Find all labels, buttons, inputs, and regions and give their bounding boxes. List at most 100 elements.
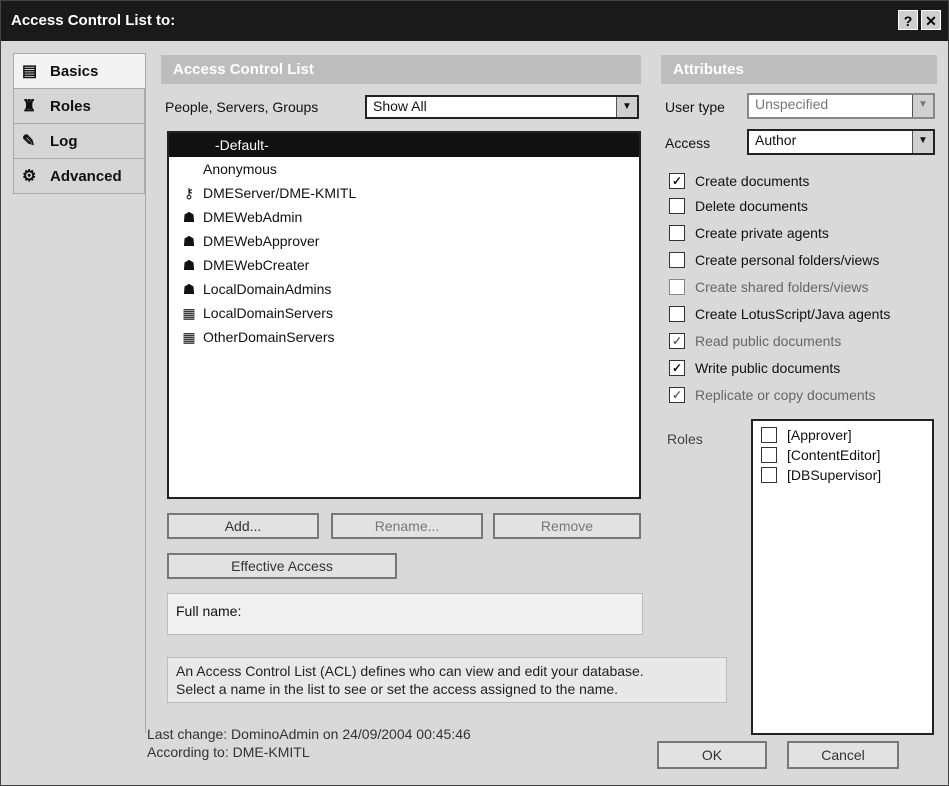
role-item[interactable]: [DBSupervisor] xyxy=(761,465,924,485)
change-info: Last change: DominoAdmin on 24/09/2004 0… xyxy=(147,725,471,761)
nav-roles[interactable]: ♜ Roles xyxy=(13,88,145,123)
cancel-button[interactable]: Cancel xyxy=(787,741,899,769)
rename-button[interactable]: Rename... xyxy=(331,513,483,539)
entry-name: OtherDomainServers xyxy=(203,329,335,345)
role-label: [DBSupervisor] xyxy=(787,467,882,483)
create-shared-folders-checkbox[interactable]: Create shared folders/views xyxy=(669,279,869,295)
nav-advanced[interactable]: ⚙ Advanced xyxy=(13,158,145,194)
checkbox-box[interactable]: ✓ xyxy=(669,360,685,376)
list-item[interactable]: ▦ LocalDomainServers xyxy=(169,301,639,325)
nav-basics[interactable]: ▤ Basics xyxy=(13,53,145,88)
chevron-down-icon[interactable]: ▼ xyxy=(616,97,637,117)
checkbox-box[interactable] xyxy=(761,467,777,483)
group-icon: ☗ xyxy=(182,208,196,225)
role-item[interactable]: [Approver] xyxy=(761,425,924,445)
add-button[interactable]: Add... xyxy=(167,513,319,539)
checkbox-label: Create personal folders/views xyxy=(695,252,880,268)
acl-info-text: An Access Control List (ACL) defines who… xyxy=(167,657,727,703)
server-key-icon: ⚷ xyxy=(183,184,195,201)
entry-name: LocalDomainServers xyxy=(203,305,333,321)
checkbox-label: Read public documents xyxy=(695,333,842,349)
checkbox-box[interactable] xyxy=(669,252,685,268)
user-type-label: User type xyxy=(665,99,725,115)
checkbox-box[interactable] xyxy=(669,306,685,322)
role-label: [ContentEditor] xyxy=(787,447,881,463)
list-item[interactable]: -Default- xyxy=(169,133,639,157)
read-public-documents-checkbox[interactable]: ✓ Read public documents xyxy=(669,333,841,349)
attributes-header: Attributes xyxy=(661,55,937,84)
according-to-text: According to: DME-KMITL xyxy=(147,744,310,760)
list-item[interactable]: ▦ OtherDomainServers xyxy=(169,325,639,349)
remove-button[interactable]: Remove xyxy=(493,513,641,539)
create-documents-checkbox[interactable]: ✓ Create documents xyxy=(669,173,809,189)
list-item[interactable]: ⚷ DMEServer/DME-KMITL xyxy=(169,181,639,205)
access-value: Author xyxy=(755,132,797,148)
group-icon: ☗ xyxy=(182,280,196,297)
info-line-1: An Access Control List (ACL) defines who… xyxy=(176,663,644,679)
checkbox-label: Write public documents xyxy=(695,360,841,376)
create-lotusscript-agents-checkbox[interactable]: Create LotusScript/Java agents xyxy=(669,306,890,322)
delete-documents-checkbox[interactable]: Delete documents xyxy=(669,198,808,214)
entry-name: LocalDomainAdmins xyxy=(203,281,332,297)
filter-label: People, Servers, Groups xyxy=(165,99,319,115)
role-label: [Approver] xyxy=(787,427,852,443)
full-name-field: Full name: xyxy=(167,593,643,635)
close-button[interactable]: ✕ xyxy=(921,10,941,30)
group-icon: ☗ xyxy=(182,256,196,273)
checkbox-box[interactable] xyxy=(669,198,685,214)
list-item[interactable]: Anonymous xyxy=(169,157,639,181)
group-icon: ☗ xyxy=(182,232,196,249)
entry-name: Anonymous xyxy=(203,161,277,177)
last-change-text: Last change: DominoAdmin on 24/09/2004 0… xyxy=(147,726,471,742)
chevron-down-icon[interactable]: ▼ xyxy=(912,131,933,153)
write-public-documents-checkbox[interactable]: ✓ Write public documents xyxy=(669,360,840,376)
nav-label: Roles xyxy=(50,97,91,115)
server-group-icon: ▦ xyxy=(182,328,196,345)
entry-name: DMEWebCreater xyxy=(203,257,310,273)
checkbox-label: Delete documents xyxy=(695,198,808,214)
role-item[interactable]: [ContentEditor] xyxy=(761,445,924,465)
list-item[interactable]: ☗ DMEWebAdmin xyxy=(169,205,639,229)
checkbox-box[interactable] xyxy=(761,447,777,463)
list-item[interactable]: ☗ DMEWebCreater xyxy=(169,253,639,277)
entry-name: -Default- xyxy=(215,137,269,153)
checkbox-label: Create documents xyxy=(695,173,810,189)
checkbox-label: Create shared folders/views xyxy=(695,279,869,295)
replicate-documents-checkbox[interactable]: ✓ Replicate or copy documents xyxy=(669,387,876,403)
acl-header: Access Control List xyxy=(161,55,641,84)
advanced-icon: ⚙ xyxy=(22,168,37,185)
checkbox-box[interactable] xyxy=(669,225,685,241)
checkbox-box[interactable] xyxy=(761,427,777,443)
roles-list[interactable]: [Approver] [ContentEditor] [DBSupervisor… xyxy=(751,419,934,735)
checkbox-box[interactable]: ✓ xyxy=(669,173,685,189)
nav-log[interactable]: ✎ Log xyxy=(13,123,145,158)
access-select[interactable]: Author ▼ xyxy=(747,129,935,155)
user-type-value: Unspecified xyxy=(755,96,829,112)
list-item[interactable]: ☗ LocalDomainAdmins xyxy=(169,277,639,301)
entry-name: DMEWebApprover xyxy=(203,233,320,249)
help-button[interactable]: ? xyxy=(898,10,918,30)
access-label: Access xyxy=(665,135,711,151)
acl-entry-list[interactable]: -Default- Anonymous ⚷ DMEServer/DME-KMITL… xyxy=(167,131,641,499)
log-icon: ✎ xyxy=(22,133,36,150)
filter-value: Show All xyxy=(373,98,427,114)
title-bar: Access Control List to: ? ✕ xyxy=(1,1,948,41)
create-private-agents-checkbox[interactable]: Create private agents xyxy=(669,225,829,241)
user-type-select[interactable]: Unspecified ▼ xyxy=(747,93,935,119)
create-personal-folders-checkbox[interactable]: Create personal folders/views xyxy=(669,252,879,268)
roles-icon: ♜ xyxy=(22,98,37,115)
checkbox-label: Replicate or copy documents xyxy=(695,387,876,403)
chevron-down-icon[interactable]: ▼ xyxy=(912,95,933,117)
nav-label: Log xyxy=(50,132,78,150)
checkbox-box[interactable]: ✓ xyxy=(669,387,685,403)
section-nav: ▤ Basics ♜ Roles ✎ Log ⚙ Advanced xyxy=(13,53,145,194)
nav-label: Basics xyxy=(50,62,99,80)
filter-select[interactable]: Show All ▼ xyxy=(365,95,639,119)
list-item[interactable]: ☗ DMEWebApprover xyxy=(169,229,639,253)
checkbox-box[interactable] xyxy=(669,279,685,295)
entry-name: DMEWebAdmin xyxy=(203,209,303,225)
effective-access-button[interactable]: Effective Access xyxy=(167,553,397,579)
checkbox-box[interactable]: ✓ xyxy=(669,333,685,349)
full-name-label: Full name: xyxy=(176,603,242,619)
ok-button[interactable]: OK xyxy=(657,741,767,769)
